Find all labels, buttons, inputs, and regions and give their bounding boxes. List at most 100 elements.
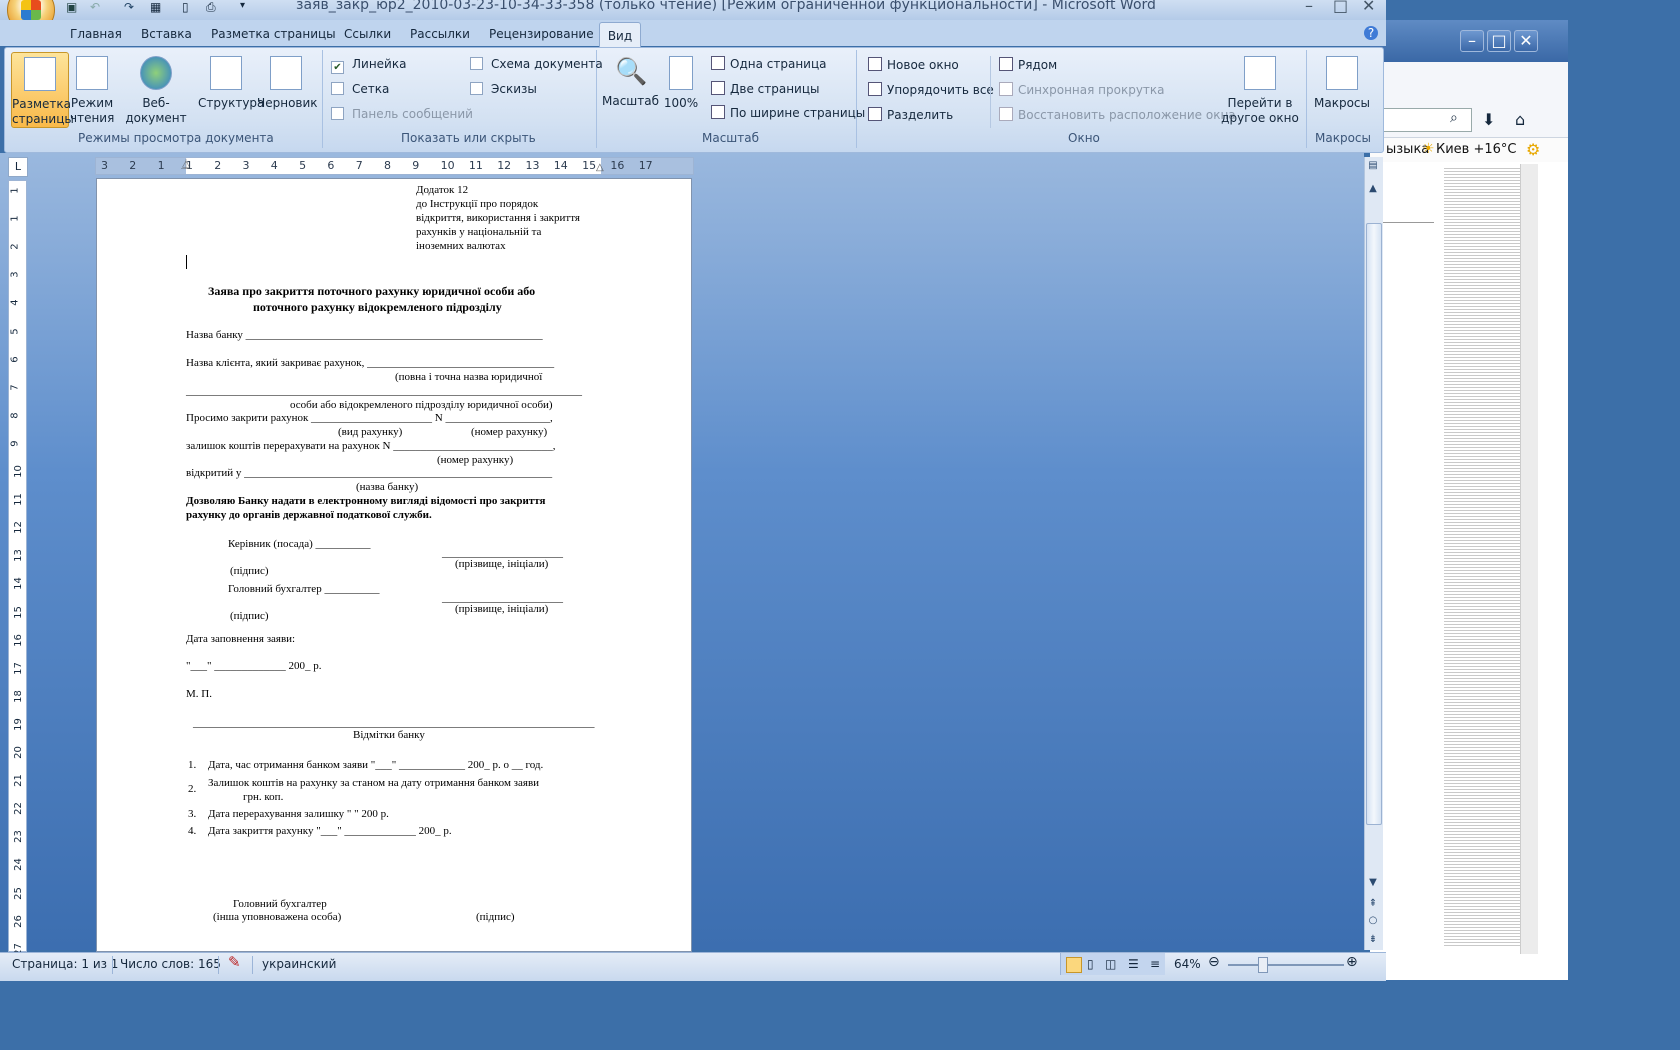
table-icon[interactable]: ▦ [150, 0, 161, 14]
vertical-ruler-tick-label: 14 [12, 577, 24, 591]
views-group-label: Режимы просмотра документа [78, 131, 274, 145]
message-bar-checkbox[interactable]: Панель сообщений [331, 107, 473, 121]
doc-map-checkbox[interactable]: Схема документа [470, 57, 603, 71]
one-page-button[interactable]: Одна страница [711, 56, 826, 71]
reading-view-icon[interactable]: ▯ [1087, 957, 1094, 971]
page-width-button[interactable]: По ширине страницы [711, 105, 865, 120]
web-layout-button[interactable]: Веб-документ [116, 56, 196, 126]
outline-button[interactable]: Структура [198, 56, 264, 111]
scroll-up-icon[interactable]: ▲ [1366, 182, 1380, 196]
page-width-label: По ширине страницы [730, 106, 866, 120]
download-icon[interactable]: ⬇ [1482, 110, 1495, 129]
split-button[interactable]: Разделить [868, 107, 953, 122]
thumbnails-checkbox[interactable]: Эскизы [470, 82, 537, 96]
weather-text[interactable]: Киев +16°C [1436, 142, 1516, 157]
two-pages-label: Две страницы [730, 82, 820, 96]
new-doc-icon[interactable]: ▯ [182, 0, 189, 14]
vertical-ruler-tick-label: 23 [12, 830, 24, 844]
next-page-icon[interactable]: ⇟ [1366, 933, 1380, 947]
macros-button[interactable]: Макросы [1312, 56, 1372, 111]
zoom-slider[interactable] [1228, 964, 1344, 966]
search-icon[interactable]: ⌕ [1450, 110, 1458, 126]
minimize-icon[interactable]: – [1460, 30, 1484, 52]
zoom-100-label: 100% [663, 96, 699, 110]
scrollbar-thumb[interactable] [1366, 223, 1382, 825]
ruler-toggle-icon[interactable]: ▤ [1366, 159, 1380, 173]
zoom-out-icon[interactable]: ⊖ [1208, 954, 1220, 970]
help-icon[interactable]: ? [1364, 26, 1378, 40]
appendix-line: відкриття, використання і закриття [416, 212, 580, 224]
new-window-button[interactable]: Новое окно [868, 57, 959, 72]
previous-page-icon[interactable]: ⇞ [1366, 897, 1380, 911]
undo-icon[interactable]: ↶ [90, 0, 100, 14]
language-indicator[interactable]: украинский [262, 957, 336, 971]
browse-object-icon[interactable]: ○ [1366, 914, 1380, 928]
draft-view-icon[interactable]: ≡ [1150, 957, 1160, 971]
bank-hint: (назва банку) [356, 481, 419, 493]
two-pages-button[interactable]: Две страницы [711, 81, 820, 96]
grid-checkbox[interactable]: Сетка [331, 82, 389, 96]
zoom-in-icon[interactable]: ⊕ [1346, 954, 1358, 970]
close-icon[interactable]: ✕ [1362, 0, 1375, 15]
reset-position-button[interactable]: Восстановить расположение окна [999, 107, 1236, 122]
sync-scroll-button[interactable]: Синхронная прокрутка [999, 82, 1165, 97]
home-icon[interactable]: ⌂ [1515, 110, 1525, 129]
footer-sign: (підпис) [476, 911, 515, 923]
ruler-checkbox[interactable]: ✔ Линейка [331, 57, 406, 74]
zoom-level[interactable]: 64% [1174, 957, 1201, 971]
settings-gear-icon[interactable]: ⚙ [1526, 140, 1540, 159]
footer-hint: (інша уповноважена особа) [213, 911, 342, 923]
indent-marker-icon[interactable]: ⏅ [181, 156, 191, 171]
background-window-titlebar: – □ ✕ [1370, 20, 1568, 62]
side-by-side-button[interactable]: Рядом [999, 57, 1057, 72]
ruler-tick-label: 12 [497, 159, 512, 172]
background-scrollbar[interactable] [1520, 164, 1538, 954]
redo-icon[interactable]: ↷ [124, 0, 134, 14]
tab-home[interactable]: Главная [70, 27, 122, 41]
word-count[interactable]: Число слов: 165 [120, 957, 221, 971]
tab-mailings[interactable]: Рассылки [410, 27, 470, 41]
new-window-label: Новое окно [887, 58, 959, 72]
outline-view-icon[interactable]: ☰ [1128, 957, 1139, 971]
zoom-slider-thumb[interactable] [1258, 957, 1268, 973]
tab-review[interactable]: Рецензирование [489, 27, 594, 41]
tab-references[interactable]: Ссылки [344, 27, 391, 41]
spellcheck-icon[interactable]: ✎ [228, 953, 241, 971]
maximize-icon[interactable]: □ [1333, 0, 1348, 15]
print-layout-view-icon[interactable] [1066, 957, 1082, 973]
horizontal-ruler[interactable]: 3 2 1 1 2 3 4 5 6 7 8 9 10 11 12 13 14 15 16 17 ⏅ △ [95, 157, 694, 175]
vertical-ruler-tick-label: 1 [9, 187, 21, 194]
ruler-label: Линейка [352, 57, 407, 71]
save-icon[interactable]: ▣ [66, 0, 77, 14]
quick-access-dropdown-icon[interactable]: ▾ [240, 0, 245, 11]
vertical-ruler[interactable]: 1 1 2 3 4 5 6 7 8 9 10 11 12 13 14 15 16 17 18 19 20 21 22 23 24… [8, 180, 27, 956]
bank-name-line: Назва банку ____________________________… [186, 329, 543, 341]
ruler-tick-label: 11 [468, 159, 483, 172]
doc-map-label: Схема документа [491, 57, 603, 71]
sun-icon: ☀ [1422, 141, 1435, 157]
reading-mode-button[interactable]: Режим чтения [70, 56, 114, 126]
tab-page-layout[interactable]: Разметка страницы [211, 27, 336, 41]
maximize-icon[interactable]: □ [1487, 30, 1511, 52]
tab-view[interactable]: Вид [599, 22, 641, 49]
close-icon[interactable]: ✕ [1514, 30, 1538, 52]
footer-title: Головний бухгалтер [233, 898, 327, 910]
zoom-100-button[interactable]: 100% [662, 56, 700, 111]
print-layout-button[interactable]: Разметка страницы [11, 52, 74, 128]
zoom-button[interactable]: 🔍 Масштаб [602, 56, 659, 109]
tab-selector[interactable]: L [8, 157, 28, 177]
list-item-continuation: грн. коп. [243, 791, 284, 803]
right-indent-icon[interactable]: △ [596, 162, 604, 173]
minimize-icon[interactable]: – [1305, 0, 1313, 15]
web-view-icon[interactable]: ◫ [1105, 957, 1116, 971]
print-preview-icon[interactable]: ⎙ [206, 0, 216, 15]
draft-button[interactable]: Черновик [257, 56, 318, 111]
list-number: 4. [188, 825, 197, 837]
scroll-down-icon[interactable]: ▼ [1366, 876, 1380, 890]
arrange-all-button[interactable]: Упорядочить все [868, 82, 994, 97]
tab-insert[interactable]: Вставка [141, 27, 192, 41]
one-page-icon [711, 56, 725, 70]
ruler-tick-label: 7 [355, 159, 363, 172]
switch-windows-button[interactable]: Перейти в другое окно [1218, 56, 1302, 126]
page-indicator[interactable]: Страница: 1 из 1 [12, 957, 118, 971]
